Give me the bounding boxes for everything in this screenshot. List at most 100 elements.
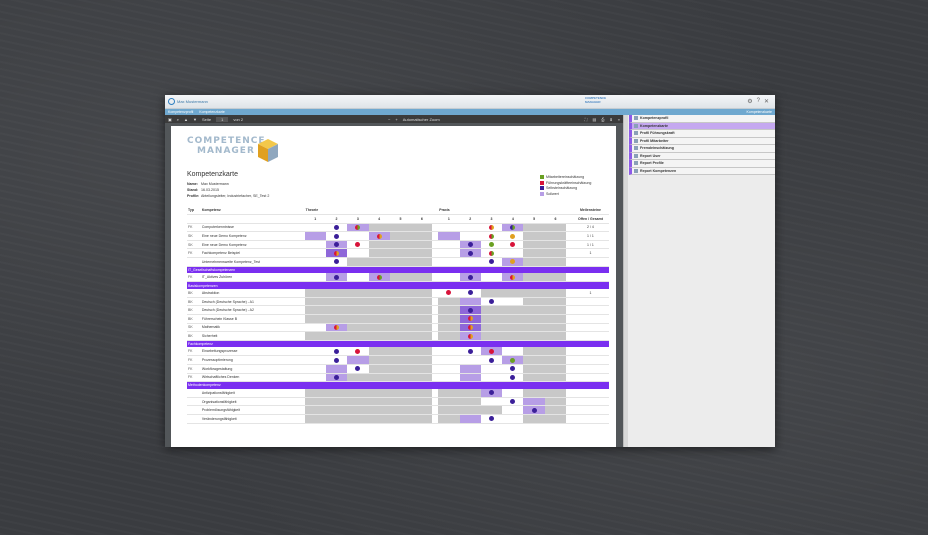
rating-cell bbox=[480, 347, 503, 357]
table-header-row: Typ Kompetenz Theorie Praxis Meilensteine bbox=[187, 206, 609, 216]
rating-cell bbox=[325, 323, 348, 333]
sidebar-item[interactable]: Kompetenzprofil bbox=[629, 115, 775, 123]
header-logo-line2: MANAGER bbox=[585, 100, 601, 104]
rating-cell bbox=[304, 288, 326, 298]
sidebar-item[interactable]: Kompetenzkarte bbox=[629, 122, 775, 130]
rating-cell bbox=[347, 364, 369, 374]
rating-dot bbox=[467, 290, 473, 296]
rating-cell bbox=[438, 223, 460, 233]
row-typ: SK bbox=[187, 240, 201, 250]
rating-dot bbox=[355, 224, 361, 230]
table-row[interactable]: BK Sicherheit bbox=[187, 331, 609, 341]
sidebar-scrollbar[interactable] bbox=[624, 115, 628, 447]
rating-cell bbox=[438, 397, 460, 407]
rating-cell bbox=[368, 297, 390, 307]
sidebar-item[interactable]: Profil Führungskraft bbox=[629, 130, 775, 138]
rating-cell bbox=[480, 405, 503, 415]
table-row[interactable]: Antizipationsfähigkeit bbox=[187, 388, 609, 398]
table-row[interactable]: BK Abstraktion 1 bbox=[187, 288, 609, 298]
rating-cell bbox=[368, 248, 390, 259]
tab-kompetenzkarte[interactable]: Kompetenzkarte bbox=[199, 110, 225, 114]
table-row[interactable]: Unternehmensweite Kompetenz_Test bbox=[187, 257, 609, 267]
rating-cell bbox=[438, 314, 460, 324]
prev-page-icon[interactable]: ▲ bbox=[184, 117, 188, 122]
app-user-name[interactable]: Max Mustermann bbox=[177, 99, 208, 104]
header-right-link[interactable]: Kompetenzkarte bbox=[747, 110, 773, 114]
row-milestones bbox=[571, 331, 609, 341]
scale-label: 4 bbox=[368, 214, 390, 224]
rating-cell bbox=[480, 305, 503, 316]
sidebar-item[interactable]: Report User bbox=[629, 152, 775, 160]
rating-cell bbox=[438, 297, 460, 307]
meta-row: Profile: Abteilungsleiter, Industriefache… bbox=[187, 193, 269, 199]
table-row[interactable]: FK Prozessoptimierung bbox=[187, 355, 609, 365]
next-page-icon[interactable]: ▼ bbox=[193, 117, 197, 122]
rating-dot bbox=[334, 233, 340, 239]
pdf-page: COMPETENCE MANAGER Kompetenzkarte Name: M… bbox=[171, 126, 616, 447]
table-row[interactable]: Veränderungsfähigkeit bbox=[187, 414, 609, 424]
fullscreen-icon[interactable]: ⛶ bbox=[585, 117, 588, 122]
gear-icon[interactable]: ⚙ bbox=[747, 98, 752, 105]
rating-cell bbox=[459, 314, 481, 324]
rating-cell bbox=[304, 248, 326, 259]
table-row[interactable]: SK Eine neue Demo Kompetenz 1 / 1 bbox=[187, 231, 609, 241]
rating-cell bbox=[304, 388, 326, 398]
rating-cell bbox=[438, 248, 460, 259]
table-row[interactable]: FK Workflowgestaltung bbox=[187, 364, 609, 374]
rating-cell bbox=[544, 355, 567, 365]
report-icon bbox=[634, 168, 638, 173]
legend-swatch bbox=[540, 186, 544, 191]
rating-cell bbox=[459, 288, 481, 298]
sidebar-item[interactable]: Fremdeinschätzung bbox=[629, 145, 775, 153]
rating-dot bbox=[489, 357, 495, 363]
rating-dot bbox=[467, 250, 473, 256]
table-row[interactable]: BK Deutsch (Deutsche Sprache) - A2 bbox=[187, 305, 609, 316]
help-icon[interactable]: ? bbox=[757, 98, 760, 105]
sidebar-item[interactable]: Profil Mitarbeiter bbox=[629, 137, 775, 145]
table-row[interactable]: BK Deutsch (Deutsche Sprache) - A1 bbox=[187, 297, 609, 307]
search-icon[interactable]: ⌕ bbox=[177, 117, 179, 122]
rating-cell bbox=[523, 223, 545, 233]
download-icon[interactable]: ⬇ bbox=[609, 117, 612, 122]
table-row[interactable]: FK Fachkompetenz Beispiel 1 bbox=[187, 248, 609, 259]
rating-dot bbox=[446, 290, 452, 296]
table-row[interactable]: Problemlösungsfähigkeit bbox=[187, 405, 609, 415]
sidebar-item-label: Report Profile bbox=[640, 161, 664, 166]
sidebar-item[interactable]: Report Profile bbox=[629, 160, 775, 168]
print-icon[interactable]: ⎙ bbox=[601, 117, 604, 122]
open-file-icon[interactable]: ▤ bbox=[592, 117, 596, 122]
table-row[interactable]: SK Eine neue Demo Kompetenz 1 / 1 bbox=[187, 240, 609, 250]
zoom-select[interactable]: Automatischer Zoom bbox=[403, 117, 440, 122]
rating-cell bbox=[459, 231, 481, 241]
rating-cell bbox=[459, 248, 481, 259]
table-row[interactable]: FK IT_Aktives Zuhören bbox=[187, 273, 609, 283]
rating-dot bbox=[489, 224, 495, 230]
table-row[interactable]: SK Mathematik bbox=[187, 323, 609, 333]
table-row[interactable]: Organisationsfähigkeit bbox=[187, 397, 609, 407]
close-icon[interactable]: ✕ bbox=[764, 98, 769, 105]
table-row[interactable]: BK Führerschein Klasse B bbox=[187, 314, 609, 324]
more-tools-icon[interactable]: » bbox=[618, 117, 620, 122]
zoom-in-icon[interactable]: + bbox=[395, 117, 397, 122]
rating-cell bbox=[304, 231, 326, 241]
row-name: IT_Aktives Zuhören bbox=[200, 273, 305, 283]
rating-cell bbox=[389, 405, 412, 415]
section-title: IT_Gesellschaftskompetenzen bbox=[187, 266, 609, 274]
sidebar-item[interactable]: Report Kompetenzen bbox=[629, 167, 775, 175]
table-row[interactable]: FK Wirtschaftliches Denken bbox=[187, 373, 609, 383]
rating-cell bbox=[347, 388, 369, 398]
page-input[interactable]: 1 bbox=[216, 116, 229, 122]
row-typ: BK bbox=[187, 288, 201, 298]
rating-cell bbox=[523, 373, 545, 383]
table-row[interactable]: FK Einarbeitungsprozesse bbox=[187, 347, 609, 357]
pdf-viewer[interactable]: COMPETENCE MANAGER Kompetenzkarte Name: M… bbox=[165, 123, 623, 447]
zoom-out-icon[interactable]: − bbox=[388, 117, 390, 122]
sidebar-toggle-icon[interactable]: ▣ bbox=[168, 117, 172, 122]
tab-kompetenzprofil[interactable]: Kompetenzprofil bbox=[168, 110, 193, 114]
rating-cell bbox=[544, 347, 567, 357]
rating-cell bbox=[325, 288, 348, 298]
rating-dot bbox=[376, 274, 382, 280]
row-name: Deutsch (Deutsche Sprache) - A1 bbox=[200, 297, 305, 307]
table-row[interactable]: FK Computerkenntnisse 2 / 4 bbox=[187, 223, 609, 233]
rating-cell bbox=[325, 364, 348, 374]
